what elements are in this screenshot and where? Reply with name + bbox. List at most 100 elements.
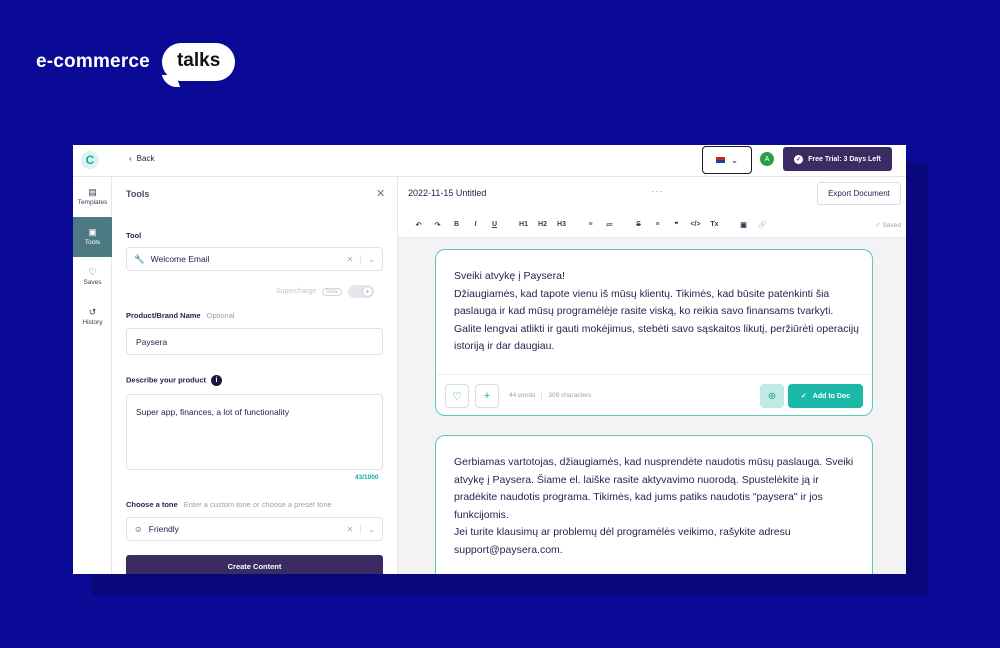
language-selector[interactable]: ⌄ xyxy=(702,146,752,174)
circle-plus-icon: ⊕ xyxy=(767,390,777,402)
sidebar-item-templates[interactable]: ▤ Templates xyxy=(73,177,112,217)
plus-icon: + xyxy=(361,286,373,297)
app-logo[interactable]: C xyxy=(81,151,99,169)
trial-label: Free Trial: 3 Days Left xyxy=(808,155,881,163)
brand-text: e-commerce xyxy=(36,51,150,72)
heading3-button[interactable]: H3 xyxy=(552,221,571,228)
quote-icon[interactable]: ❞ xyxy=(667,221,686,229)
brand-bubble: talks xyxy=(161,43,236,81)
beta-badge: beta xyxy=(322,287,342,296)
stats-divider xyxy=(541,392,543,399)
add-to-doc-button[interactable]: ✓ Add to Doc xyxy=(788,384,863,408)
supercharge-label: Supercharge xyxy=(276,288,317,295)
tool-label: Tool xyxy=(126,231,142,240)
sidebar-item-label: Tools xyxy=(84,239,101,246)
document-title[interactable]: 2022-11-15 Untitled xyxy=(408,188,486,198)
undo-icon[interactable]: ↶ xyxy=(409,221,428,229)
describe-textarea[interactable]: Super app, finances, a lot of functional… xyxy=(126,394,383,470)
sidebar-item-tools[interactable]: ▣ Tools xyxy=(73,217,112,257)
tone-label: Choose a tone Enter a custom tone or choo… xyxy=(126,500,332,509)
info-icon[interactable]: i xyxy=(211,375,223,386)
redo-icon[interactable]: ↷ xyxy=(428,221,447,229)
back-button[interactable]: ‹ Back xyxy=(129,154,154,163)
save-heart-button[interactable]: ♡ xyxy=(445,384,469,408)
tool-value: Welcome Email xyxy=(150,254,210,264)
result-card: Sveiki atvykę į Paysera! Džiaugiamės, ka… xyxy=(435,249,873,416)
sidebar-item-label: Saves xyxy=(83,279,102,286)
supercharge-toggle[interactable]: + xyxy=(347,285,374,298)
back-label: Back xyxy=(136,154,155,163)
check-icon: ✓ xyxy=(800,393,807,400)
sidebar-item-label: History xyxy=(82,319,103,326)
word-count: 44 words xyxy=(509,392,536,399)
sidebar-item-label: Templates xyxy=(77,199,108,206)
smiley-icon: ☺ xyxy=(134,524,143,534)
check-circle-icon: ✓ xyxy=(794,154,804,164)
app-window: C ‹ Back ⌄ A ✓ Free Trial: 3 Days Left ▤… xyxy=(73,145,906,574)
align-icon[interactable]: ≡ xyxy=(648,221,667,228)
ecommerce-talks-logo: e-commerce talks xyxy=(36,42,236,82)
numbered-list-icon[interactable]: ≔ xyxy=(600,221,619,229)
character-count: 309 characters xyxy=(548,392,592,399)
clear-format-icon[interactable]: Tx xyxy=(705,221,724,228)
describe-label-text: Describe your product xyxy=(126,375,207,385)
supercharge-row: Supercharge beta + xyxy=(276,285,374,298)
tone-select[interactable]: ☺ Friendly ✕ ⌄ xyxy=(126,517,383,541)
strikethrough-icon[interactable]: S xyxy=(629,221,648,228)
sidebar: ▤ Templates ▣ Tools ♡ Saves ↺ History xyxy=(73,177,112,574)
clear-icon[interactable]: ✕ xyxy=(340,254,362,264)
underline-icon[interactable]: U xyxy=(485,221,504,228)
describe-label: Describe your product i xyxy=(126,375,223,386)
free-trial-button[interactable]: ✓ Free Trial: 3 Days Left xyxy=(783,147,892,171)
chevron-down-icon[interactable]: ⌄ xyxy=(361,255,382,264)
template-icon: ▤ xyxy=(88,187,97,197)
chevron-left-icon: ‹ xyxy=(129,154,132,163)
bullet-list-icon[interactable]: ≡ xyxy=(581,221,600,228)
result-text[interactable]: Gerbiamas vartotojas, džiaugiamės, kad n… xyxy=(454,454,859,559)
regenerate-button[interactable]: ⊕ xyxy=(760,384,784,408)
chevron-down-icon[interactable]: ⌄ xyxy=(361,525,382,534)
tone-label-text: Choose a tone xyxy=(126,500,178,509)
sidebar-item-history[interactable]: ↺ History xyxy=(73,297,112,337)
saved-label: Saved xyxy=(882,222,901,229)
add-to-doc-label: Add to Doc xyxy=(812,392,851,400)
heading2-button[interactable]: H2 xyxy=(533,221,552,228)
tool-select[interactable]: 🔧 Welcome Email ✕ ⌄ xyxy=(126,247,383,271)
avatar[interactable]: A xyxy=(760,152,774,166)
image-icon[interactable]: ▣ xyxy=(734,221,753,229)
create-content-button[interactable]: Create Content xyxy=(126,555,383,574)
plus-icon: + xyxy=(483,390,491,402)
sidebar-item-saves[interactable]: ♡ Saves xyxy=(73,257,112,297)
code-icon[interactable]: </> xyxy=(686,221,705,228)
clear-icon[interactable]: ✕ xyxy=(340,524,362,534)
history-icon: ↺ xyxy=(88,307,97,317)
tone-value: Friendly xyxy=(148,524,179,534)
describe-value: Super app, finances, a lot of functional… xyxy=(136,407,290,417)
product-label: Product/Brand Name Optional xyxy=(126,311,235,320)
editor-panel: 2022-11-15 Untitled ··· Export Document … xyxy=(398,177,906,574)
tools-icon: ▣ xyxy=(88,227,97,237)
result-card: Gerbiamas vartotojas, džiaugiamės, kad n… xyxy=(435,435,873,574)
italic-icon[interactable]: I xyxy=(466,221,485,228)
product-input[interactable]: Paysera xyxy=(126,328,383,355)
more-icon[interactable]: ··· xyxy=(651,186,664,197)
results-canvas: Sveiki atvykę į Paysera! Džiaugiamės, ka… xyxy=(398,237,906,574)
result-card-footer: ♡ + 44 words 309 characters ⊕ ✓ Add to D… xyxy=(436,374,872,416)
tools-panel: Tools ✕ Tool 🔧 Welcome Email ✕ ⌄ Superch… xyxy=(112,177,398,574)
flag-icon xyxy=(715,157,725,163)
heading1-button[interactable]: H1 xyxy=(514,221,533,228)
bold-icon[interactable]: B xyxy=(447,221,466,228)
result-text[interactable]: Sveiki atvykę į Paysera! Džiaugiamės, ka… xyxy=(454,268,859,356)
formatting-toolbar: ↶ ↷ B I U H1 H2 H3 ≡ ≔ S ≡ ❞ </> Tx ▣ 🔗 xyxy=(398,213,906,236)
link-icon[interactable]: 🔗 xyxy=(753,221,772,229)
expand-button[interactable]: + xyxy=(475,384,499,408)
export-document-button[interactable]: Export Document xyxy=(817,182,901,205)
saved-status: ✓ Saved xyxy=(875,221,901,229)
close-icon[interactable]: ✕ xyxy=(376,187,385,200)
heart-icon: ♡ xyxy=(88,267,97,277)
chevron-down-icon: ⌄ xyxy=(730,154,739,165)
tools-title: Tools xyxy=(126,189,150,199)
wrench-icon: 🔧 xyxy=(134,253,145,264)
check-icon: ✓ xyxy=(875,222,881,229)
topbar: C ‹ Back ⌄ A ✓ Free Trial: 3 Days Left xyxy=(73,145,906,177)
